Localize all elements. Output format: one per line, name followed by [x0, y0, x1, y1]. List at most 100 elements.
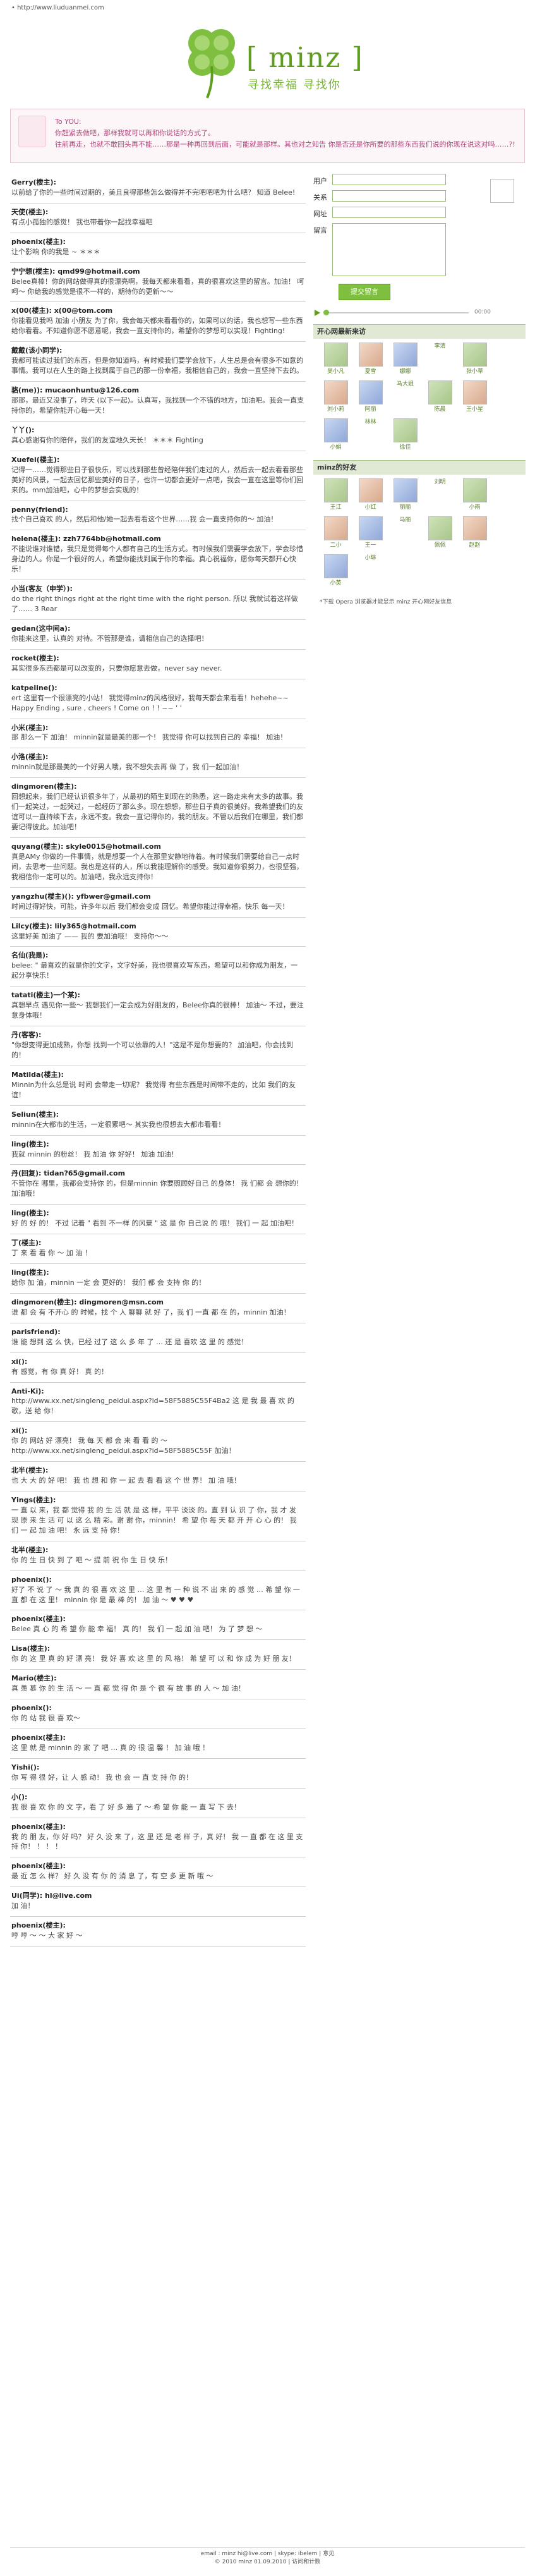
minz-friend-item[interactable]: 小琳 [353, 179, 514, 592]
entry-author[interactable]: 小当(客友（申学）): [11, 584, 304, 594]
friend-name[interactable]: 娜娜 [388, 368, 423, 376]
avatar[interactable] [462, 478, 487, 502]
entry-author[interactable]: phoenix(): [11, 1703, 304, 1713]
friend-item[interactable]: 林林 [353, 179, 514, 456]
entry-author[interactable]: Yings(楼主): [11, 1495, 304, 1505]
friend-name[interactable]: 刘小莉 [318, 406, 353, 414]
email-input[interactable] [332, 190, 446, 202]
avatar[interactable] [323, 418, 348, 442]
entry-author[interactable]: Ui(同学): hl@live.com [11, 1891, 304, 1901]
avatar[interactable] [323, 554, 348, 578]
friend-name[interactable]: 马大姐 [388, 380, 423, 389]
avatar[interactable] [490, 179, 514, 203]
minz-friend-item[interactable]: 王一 [353, 516, 388, 554]
minz-friend-name[interactable]: 二小 [318, 542, 353, 550]
brand-title[interactable]: [ minz ] [246, 38, 364, 78]
entry-author[interactable]: 戴戴(该小同学): [11, 346, 304, 356]
entry-author[interactable]: 骆(me)): mucaonhuntu@126.com [11, 386, 304, 396]
minz-friend-name[interactable]: 赵赵 [457, 542, 492, 550]
entry-author[interactable]: phoenix(): [11, 1575, 304, 1585]
minz-friend-name[interactable]: 丽丽 [388, 504, 423, 512]
friend-item[interactable]: 小娟 [318, 418, 353, 456]
name-input[interactable] [332, 174, 446, 185]
avatar[interactable] [323, 342, 348, 367]
entry-author[interactable]: 北半(楼主): [11, 1466, 304, 1476]
minz-friend-item[interactable]: 马丽 [388, 179, 514, 554]
entry-author[interactable]: 天使(楼主): [11, 207, 304, 217]
minz-friend-item[interactable]: 小红 [353, 478, 388, 516]
avatar[interactable] [428, 516, 452, 540]
entry-author[interactable]: 小米(楼主): [11, 723, 304, 733]
avatar[interactable] [393, 478, 418, 502]
avatar[interactable] [462, 342, 487, 367]
minz-friend-item[interactable]: 小英 [318, 554, 353, 592]
avatar[interactable] [358, 516, 383, 540]
minz-friend-name[interactable]: 小雨 [457, 504, 492, 512]
entry-author[interactable]: Yishi(): [11, 1763, 304, 1773]
entry-author[interactable]: Xuefei(楼主): [11, 455, 304, 465]
friend-name[interactable]: 小娟 [318, 444, 353, 452]
entry-author[interactable]: phoenix(楼主): [11, 1921, 304, 1931]
avatar[interactable] [358, 478, 383, 502]
entry-author[interactable]: tatati(楼主)一个某): [11, 990, 304, 1000]
entry-author[interactable]: Mario(楼主): [11, 1674, 304, 1684]
friend-name[interactable]: 徐佳 [388, 444, 423, 452]
entry-author[interactable]: Lilcy(楼主): lily365@hotmail.com [11, 921, 304, 932]
minz-friend-name[interactable]: 刘明 [423, 478, 457, 487]
avatar[interactable] [462, 380, 487, 404]
friend-name[interactable]: 陈晨 [423, 406, 457, 414]
entry-author[interactable]: x(00(楼主): x(00@tom.com [11, 306, 304, 316]
minz-friend-name[interactable]: 马丽 [388, 516, 423, 525]
play-icon[interactable] [313, 309, 321, 317]
friend-name[interactable]: 林林 [353, 418, 388, 427]
entry-author[interactable]: 丁(楼主): [11, 1238, 304, 1248]
entry-author[interactable]: Lisa(楼主): [11, 1644, 304, 1654]
avatar[interactable] [323, 380, 348, 404]
entry-author[interactable]: phoenix(楼主): [11, 1861, 304, 1871]
friend-item[interactable]: 刘小莉 [318, 380, 353, 418]
friend-name[interactable]: 王小星 [457, 406, 492, 414]
entry-author[interactable]: phoenix(楼主): [11, 237, 304, 247]
entry-author[interactable]: 北半(楼主): [11, 1545, 304, 1555]
entry-author[interactable]: xi(): [11, 1357, 304, 1367]
friend-name[interactable]: 张小草 [457, 368, 492, 376]
entry-author[interactable]: ling(楼主): [11, 1208, 304, 1218]
friend-name[interactable]: 夏雪 [353, 368, 388, 376]
entry-author[interactable]: gedan(这中间a): [11, 624, 304, 634]
friend-item[interactable]: 夏雪 [353, 342, 388, 380]
entry-author[interactable]: katpeline(): [11, 683, 304, 693]
entry-author[interactable]: Gerry(楼主): [11, 178, 304, 188]
avatar[interactable] [358, 380, 383, 404]
avatar[interactable] [358, 342, 383, 367]
entry-author[interactable]: phoenix(楼主): [11, 1822, 304, 1832]
entry-author[interactable]: 丹(客客): [11, 1030, 304, 1040]
entry-author[interactable]: dingmoren(楼主): dingmoren@msn.com [11, 1297, 304, 1308]
entry-author[interactable]: phoenix(楼主): [11, 1733, 304, 1743]
minz-friend-item[interactable]: 佩佩 [423, 516, 457, 554]
friend-name[interactable]: 吴小凡 [318, 368, 353, 376]
entry-author[interactable]: penny(friend): [11, 505, 304, 515]
entry-author[interactable]: yangzhu(楼主)(): yfbwer@gmail.com [11, 892, 304, 902]
avatar[interactable] [428, 380, 452, 404]
entry-author[interactable]: xi(): [11, 1426, 304, 1436]
entry-author[interactable]: phoenix(楼主): [11, 1614, 304, 1624]
minz-friend-name[interactable]: 王江 [318, 504, 353, 512]
minz-friend-name[interactable]: 佩佩 [423, 542, 457, 550]
minz-friend-name[interactable]: 小红 [353, 504, 388, 512]
message-input[interactable] [332, 223, 446, 276]
avatar[interactable] [323, 478, 348, 502]
entry-author[interactable]: 小(): [11, 1792, 304, 1802]
friend-item[interactable]: 阿丽 [353, 380, 388, 418]
avatar[interactable] [462, 516, 487, 540]
entry-author[interactable]: 丫丫(): [11, 425, 304, 435]
minz-friend-item[interactable]: 丽丽 [388, 478, 423, 516]
entry-author[interactable]: rocket(楼主): [11, 653, 304, 664]
entry-author[interactable]: dingmoren(楼主): [11, 782, 304, 792]
entry-author[interactable]: Anti-Ki): [11, 1387, 304, 1397]
minz-friend-item[interactable]: 赵赵 [457, 516, 492, 554]
site-input[interactable] [332, 207, 446, 218]
entry-author[interactable]: 小洛(楼主): [11, 752, 304, 762]
friend-name[interactable]: 李清 [423, 343, 457, 351]
entry-author[interactable]: ling(楼主): [11, 1268, 304, 1278]
minz-friend-item[interactable]: 二小 [318, 516, 353, 554]
